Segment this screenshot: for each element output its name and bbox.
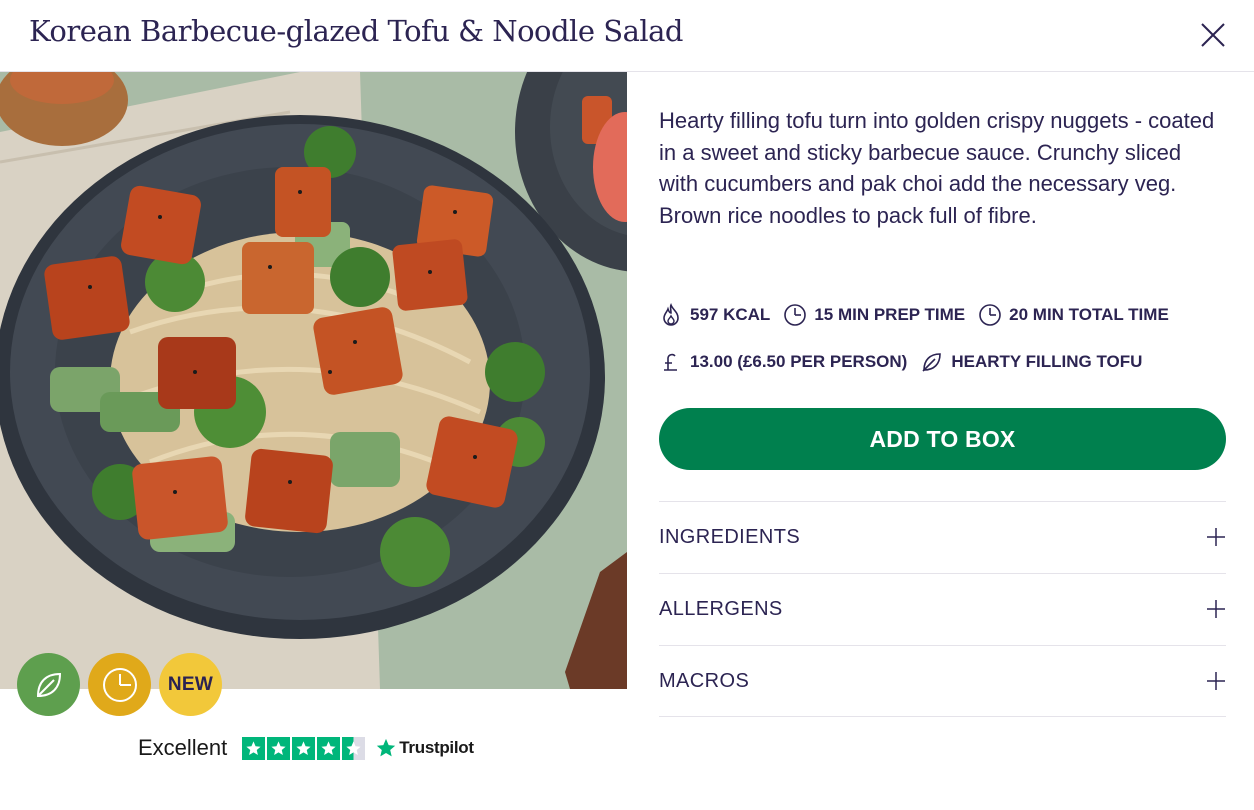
plus-icon [1207, 528, 1225, 546]
calories-value: 597 KCAL [690, 305, 771, 324]
trustpilot-star-icon [377, 738, 396, 757]
prep-time-info: 15 MIN PREP TIME [783, 303, 965, 327]
add-to-box-button[interactable]: ADD TO BOX [659, 408, 1226, 470]
protein-value: HEARTY FILLING TOFU [951, 352, 1143, 371]
calories-info: 597 KCAL [659, 303, 770, 327]
trustpilot-widget[interactable]: Excellent Trustpilot [138, 733, 474, 763]
close-icon [1201, 23, 1225, 47]
recipe-meta-row: 597 KCAL 15 MIN PREP TIME 20 MIN TOTAL T… [659, 303, 1182, 327]
total-time-info: 20 MIN TOTAL TIME [978, 303, 1169, 327]
pound-icon [664, 353, 677, 371]
plus-icon [1207, 672, 1225, 690]
prep-time-value: 15 MIN PREP TIME [814, 305, 966, 324]
accordion-macros[interactable]: MACROS [659, 645, 1226, 717]
accordion-label: MACROS [659, 670, 750, 692]
trustpilot-logo: Trustpilot [375, 737, 474, 759]
protein-info: HEARTY FILLING TOFU [920, 350, 1142, 374]
accordion-allergens[interactable]: ALLERGENS [659, 573, 1226, 645]
price-value: 13.00 (£6.50 PER PERSON) [690, 352, 908, 371]
new-badge: NEW [159, 653, 222, 716]
clock-icon [784, 304, 807, 326]
modal-header: Korean Barbecue-glazed Tofu & Noodle Sal… [0, 0, 1254, 72]
recipe-title: Korean Barbecue-glazed Tofu & Noodle Sal… [29, 14, 684, 48]
leaf-icon [922, 353, 942, 372]
recipe-photo [0, 72, 627, 689]
accordion-ingredients[interactable]: INGREDIENTS [659, 501, 1226, 573]
star-icon [267, 736, 291, 760]
trustpilot-stars [242, 736, 366, 760]
plus-icon [1207, 600, 1225, 618]
trustpilot-brand: Trustpilot [399, 738, 474, 757]
star-icon [242, 736, 266, 760]
recipe-meta-row: 13.00 (£6.50 PER PERSON) HEARTY FILLING … [659, 350, 1155, 374]
clock-icon [102, 667, 137, 702]
close-button[interactable] [1196, 18, 1230, 52]
quick-badge [88, 653, 151, 716]
flame-icon [663, 303, 679, 326]
half-star-icon [342, 736, 366, 760]
clock-icon [979, 304, 1001, 326]
star-icon [292, 736, 316, 760]
leaf-icon [36, 672, 61, 697]
recipe-description: Hearty filling tofu turn into golden cri… [659, 108, 1215, 228]
trustpilot-rating-word: Excellent [138, 735, 228, 760]
total-time-value: 20 MIN TOTAL TIME [1009, 305, 1169, 324]
accordion-label: ALLERGENS [659, 598, 783, 620]
accordion-label: INGREDIENTS [659, 526, 801, 548]
vegan-badge [17, 653, 80, 716]
star-icon [317, 736, 341, 760]
price-info: 13.00 (£6.50 PER PERSON) [659, 350, 907, 374]
